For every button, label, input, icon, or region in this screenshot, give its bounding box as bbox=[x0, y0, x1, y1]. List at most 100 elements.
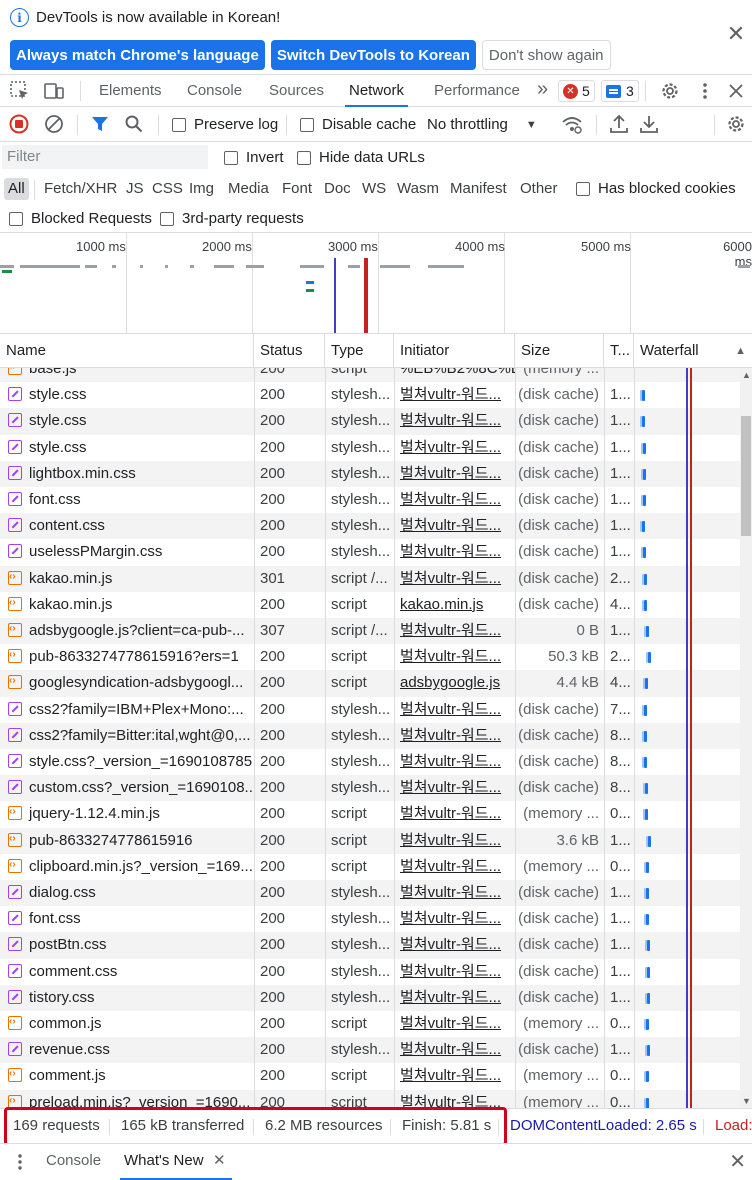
table-row[interactable]: dialog.css 200 stylesh... 벌쳐vultr-워드... (dis… bbox=[0, 880, 740, 907]
initiator-link[interactable]: 벌쳐vultr-워드... bbox=[394, 435, 515, 461]
filter-icon[interactable] bbox=[89, 113, 111, 135]
initiator-link[interactable]: 벌쳐vultr-워드... bbox=[394, 382, 515, 408]
third-party-checkbox[interactable]: 3rd-party requests bbox=[160, 210, 304, 227]
preserve-log-checkbox[interactable]: Preserve log bbox=[172, 116, 278, 133]
checkbox-box[interactable] bbox=[300, 117, 314, 132]
table-row[interactable]: style.css?_version_=1690108785 200 stylesh… bbox=[0, 749, 740, 775]
drawer-tab-console[interactable]: Console bbox=[42, 1144, 105, 1180]
import-har-icon[interactable] bbox=[608, 113, 630, 135]
table-row[interactable]: postBtn.css 200 stylesh... 벌쳐vultr-워드... (di… bbox=[0, 932, 740, 959]
switch-to-korean-button[interactable]: Switch DevTools to Korean bbox=[270, 40, 476, 70]
table-row[interactable]: font.css 200 stylesh... 벌쳐vultr-워드... (disk … bbox=[0, 906, 740, 932]
table-row[interactable]: tistory.css 200 stylesh... 벌쳐vultr-워드... (di… bbox=[0, 984, 740, 1011]
request-name-cell[interactable]: style.css bbox=[0, 435, 254, 461]
initiator-link[interactable]: 벌쳐vultr-워드... bbox=[394, 775, 515, 801]
close-devtools-icon[interactable] bbox=[725, 80, 747, 102]
initiator-link[interactable]: 벌쳐vultr-워드... bbox=[394, 513, 515, 539]
request-name-cell[interactable]: uselessPMargin.css bbox=[0, 539, 254, 565]
initiator-link[interactable]: 벌쳐vultr-워드... bbox=[394, 985, 515, 1011]
initiator-link[interactable]: %EB%B2%8C%EC... bbox=[394, 368, 515, 382]
request-name-cell[interactable]: lightbox.min.css bbox=[0, 461, 254, 487]
initiator-link[interactable]: adsbygoogle.js bbox=[394, 670, 515, 696]
table-scrollbar[interactable]: ▲ ▼ bbox=[740, 368, 752, 1108]
request-name-cell[interactable]: revenue.css bbox=[0, 1037, 254, 1063]
scroll-up-arrow-icon[interactable]: ▲ bbox=[742, 370, 751, 380]
tab-sources[interactable]: Sources bbox=[265, 75, 328, 107]
request-name-cell[interactable]: font.css bbox=[0, 906, 254, 932]
checkbox-box[interactable] bbox=[172, 117, 186, 132]
clear-icon[interactable] bbox=[43, 113, 65, 135]
table-row[interactable]: base.js 200 script %EB%B2%8C%EC... (memory .… bbox=[0, 368, 740, 383]
throttling-select[interactable]: No throttling ▼ bbox=[427, 116, 537, 133]
table-row[interactable]: style.css 200 stylesh... 벌쳐vultr-워드... (disk… bbox=[0, 435, 740, 461]
table-row[interactable]: revenue.css 200 stylesh... 벌쳐vultr-워드... (di… bbox=[0, 1037, 740, 1064]
initiator-link[interactable]: 벌쳐vultr-워드... bbox=[394, 644, 515, 670]
table-row[interactable]: style.css 200 stylesh... 벌쳐vultr-워드... (disk… bbox=[0, 382, 740, 408]
initiator-link[interactable]: 벌쳐vultr-워드... bbox=[394, 1011, 515, 1037]
type-filter-img[interactable]: Img bbox=[187, 178, 216, 200]
column-header-time[interactable]: T... bbox=[604, 334, 634, 368]
table-row[interactable]: style.css 200 stylesh... 벌쳐vultr-워드... (disk… bbox=[0, 408, 740, 435]
table-row[interactable]: googlesyndication-adsbygoogl... 200 script… bbox=[0, 670, 740, 697]
type-filter-js[interactable]: JS bbox=[124, 178, 146, 200]
request-name-cell[interactable]: content.css bbox=[0, 513, 254, 539]
type-filter-fetch-xhr[interactable]: Fetch/XHR bbox=[42, 178, 119, 200]
request-name-cell[interactable]: custom.css?_version_=1690108... bbox=[0, 775, 254, 801]
type-filter-ws[interactable]: WS bbox=[360, 178, 388, 200]
checkbox-box[interactable] bbox=[224, 150, 238, 165]
blocked-requests-checkbox[interactable]: Blocked Requests bbox=[9, 210, 152, 227]
disable-cache-checkbox[interactable]: Disable cache bbox=[300, 116, 416, 133]
type-filter-media[interactable]: Media bbox=[226, 178, 271, 200]
type-filter-other[interactable]: Other bbox=[518, 178, 560, 200]
initiator-link[interactable]: 벌쳐vultr-워드... bbox=[394, 749, 515, 775]
message-count-badge[interactable]: 3 bbox=[601, 80, 639, 102]
close-tab-icon[interactable]: ✕ bbox=[213, 1144, 226, 1177]
initiator-link[interactable]: 벌쳐vultr-워드... bbox=[394, 1090, 515, 1108]
request-name-cell[interactable]: comment.css bbox=[0, 959, 254, 985]
checkbox-box[interactable] bbox=[297, 150, 311, 165]
has-blocked-cookies-checkbox[interactable]: Has blocked cookies bbox=[576, 180, 736, 197]
request-name-cell[interactable]: preload.min.js?_version_=1690... bbox=[0, 1090, 254, 1108]
device-toolbar-icon[interactable] bbox=[43, 80, 65, 102]
table-row[interactable]: font.css 200 stylesh... 벌쳐vultr-워드... (disk … bbox=[0, 487, 740, 513]
network-conditions-icon[interactable] bbox=[561, 113, 583, 135]
tab-network[interactable]: Network bbox=[345, 75, 409, 107]
table-row[interactable]: preload.min.js?_version_=1690... 200 scrip… bbox=[0, 1089, 740, 1108]
type-filter-manifest[interactable]: Manifest bbox=[448, 178, 509, 200]
column-header-initiator[interactable]: Initiator bbox=[394, 334, 515, 368]
type-filter-css[interactable]: CSS bbox=[150, 178, 185, 200]
initiator-link[interactable]: 벌쳐vultr-워드... bbox=[394, 1063, 515, 1089]
initiator-link[interactable]: 벌쳐vultr-워드... bbox=[394, 618, 515, 644]
initiator-link[interactable]: 벌쳐vultr-워드... bbox=[394, 828, 515, 854]
close-drawer-icon[interactable]: ✕ bbox=[729, 1149, 746, 1174]
table-row[interactable]: css2?family=IBM+Plex+Mono:... 200 stylesh.… bbox=[0, 697, 740, 723]
request-name-cell[interactable]: base.js bbox=[0, 368, 254, 382]
request-name-cell[interactable]: css2?family=IBM+Plex+Mono:... bbox=[0, 697, 254, 723]
filter-input[interactable]: Filter bbox=[2, 145, 208, 169]
inspect-element-icon[interactable] bbox=[9, 80, 31, 102]
checkbox-box[interactable] bbox=[9, 211, 23, 226]
table-row[interactable]: kakao.min.js200scriptkakao.min.js(disk c… bbox=[0, 592, 740, 618]
type-filter-all[interactable]: All bbox=[4, 178, 29, 200]
table-row[interactable]: adsbygoogle.js?client=ca-pub-... 307 scrip… bbox=[0, 618, 740, 645]
initiator-link[interactable]: kakao.min.js bbox=[394, 592, 515, 618]
request-name-cell[interactable]: jquery-1.12.4.min.js bbox=[0, 801, 254, 827]
request-name-cell[interactable]: pub-8633274778615916?ers=1 bbox=[0, 644, 254, 670]
scrollbar-thumb[interactable] bbox=[741, 416, 751, 536]
initiator-link[interactable]: 벌쳐vultr-워드... bbox=[394, 959, 515, 985]
initiator-link[interactable]: 벌쳐vultr-워드... bbox=[394, 697, 515, 723]
request-name-cell[interactable]: comment.js bbox=[0, 1063, 254, 1089]
initiator-link[interactable]: 벌쳐vultr-워드... bbox=[394, 408, 515, 434]
initiator-link[interactable]: 벌쳐vultr-워드... bbox=[394, 854, 515, 880]
initiator-link[interactable]: 벌쳐vultr-워드... bbox=[394, 723, 515, 749]
request-name-cell[interactable]: clipboard.min.js?_version_=169... bbox=[0, 854, 254, 880]
table-row[interactable]: custom.css?_version_=1690108... 200 styles… bbox=[0, 775, 740, 802]
initiator-link[interactable]: 벌쳐vultr-워드... bbox=[394, 539, 515, 565]
table-row[interactable]: common.js 200 script 벌쳐vultr-워드... (memory .… bbox=[0, 1011, 740, 1037]
initiator-link[interactable]: 벌쳐vultr-워드... bbox=[394, 461, 515, 487]
request-name-cell[interactable]: tistory.css bbox=[0, 985, 254, 1011]
network-overview-timeline[interactable]: 1000 ms 2000 ms 3000 ms 4000 ms 5000 ms … bbox=[0, 233, 752, 334]
request-name-cell[interactable]: style.css bbox=[0, 408, 254, 434]
drawer-tab-whats-new[interactable]: What's New ✕ bbox=[120, 1144, 232, 1180]
table-row[interactable]: pub-8633274778615916 200 script 벌쳐vultr-워드.… bbox=[0, 827, 740, 854]
